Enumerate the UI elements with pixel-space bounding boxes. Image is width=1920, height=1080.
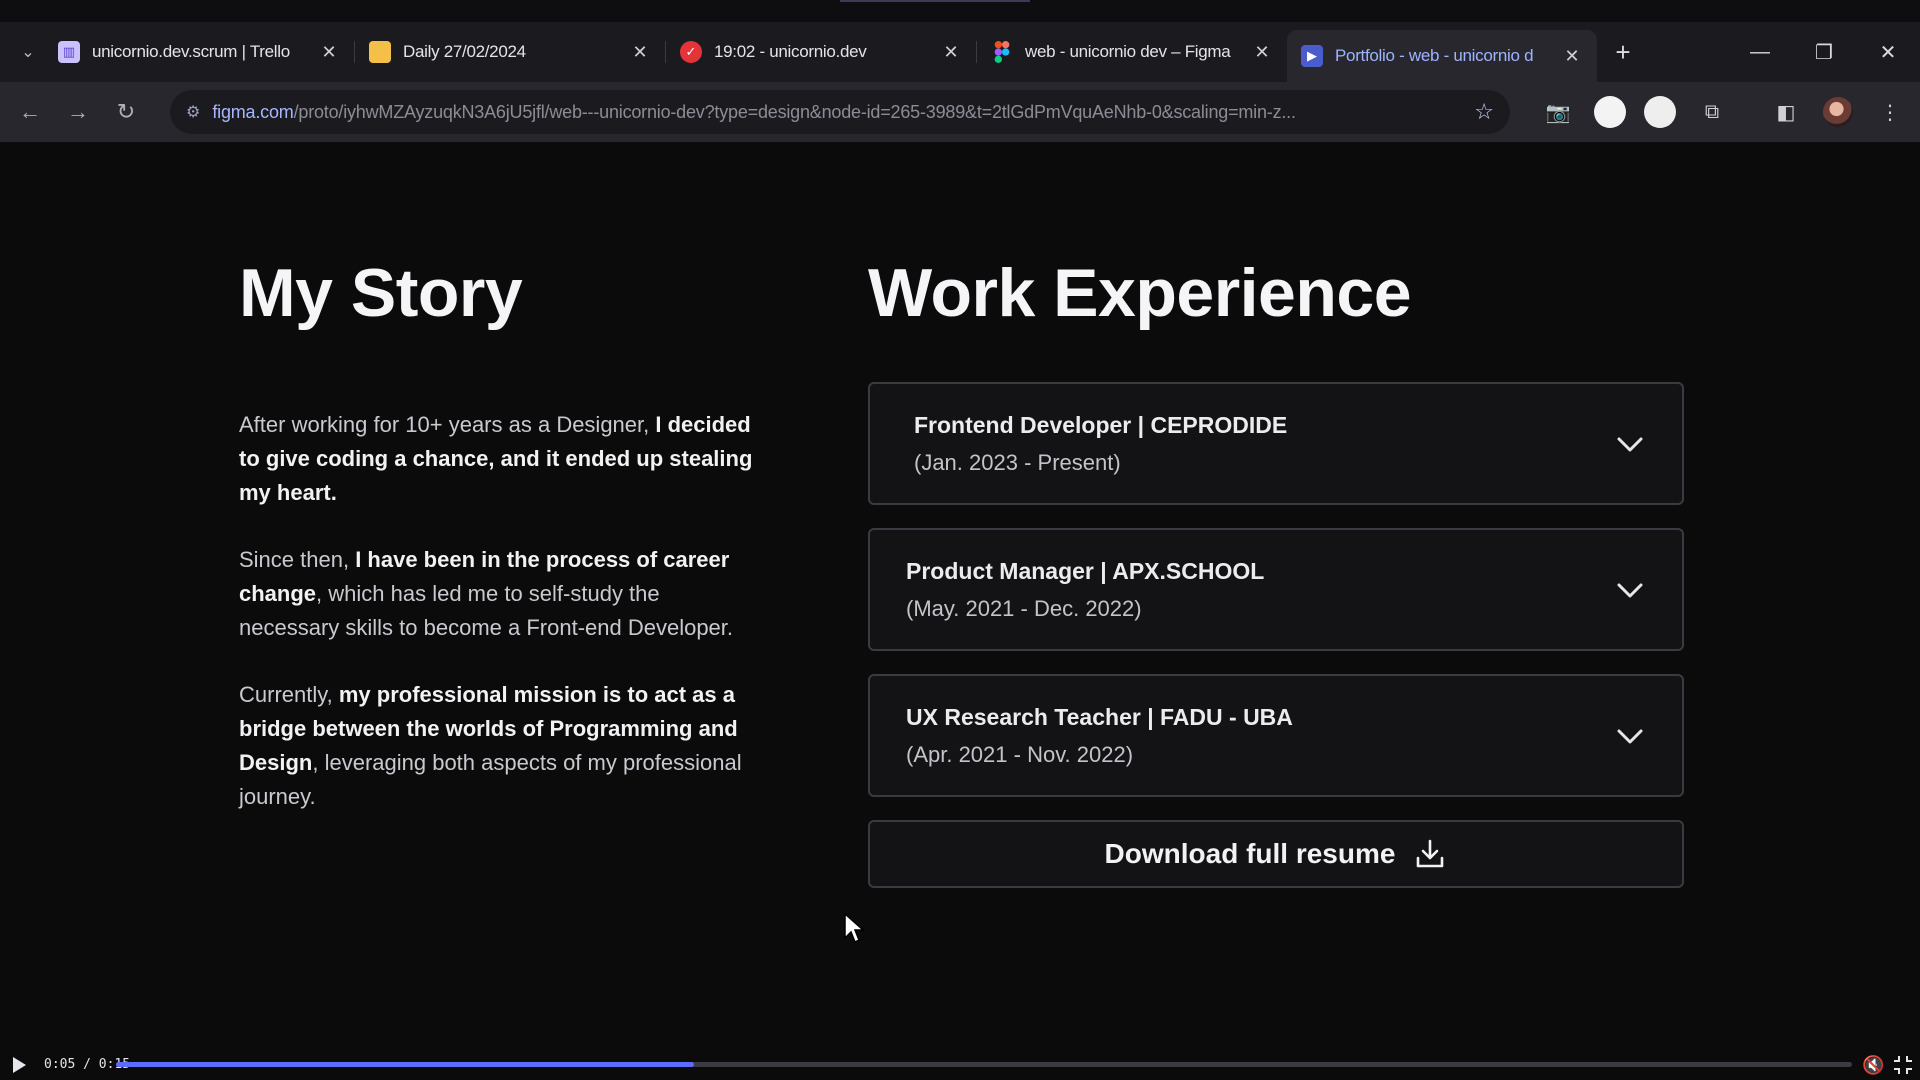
close-icon[interactable]: ✕ bbox=[1251, 42, 1273, 63]
close-window-icon[interactable]: ✕ bbox=[1856, 40, 1920, 65]
tab-title: Portfolio - web - unicornio d bbox=[1335, 46, 1534, 65]
download-resume-button[interactable]: Download full resume bbox=[868, 820, 1684, 888]
tab-title: web - unicornio dev – Figma bbox=[1025, 42, 1231, 61]
close-icon[interactable]: ✕ bbox=[940, 42, 962, 63]
download-icon bbox=[1417, 839, 1444, 868]
play-icon: ▶ bbox=[1301, 45, 1323, 67]
story-text-run: , leveraging both aspects of my professi… bbox=[239, 750, 742, 809]
close-icon[interactable]: ✕ bbox=[1561, 46, 1583, 67]
story-paragraph-2: Since then, I have been in the process o… bbox=[239, 543, 759, 645]
tab-daily[interactable]: Daily 27/02/2024 ✕ bbox=[355, 30, 665, 74]
prototype-page: My Story Work Experience After working f… bbox=[0, 142, 1920, 1060]
my-story-heading: My Story bbox=[239, 255, 523, 331]
address-bar[interactable]: ⚙ figma.com/proto/iyhwMZAyzuqkN3A6jU5jfl… bbox=[170, 90, 1510, 134]
play-icon[interactable] bbox=[8, 1054, 30, 1076]
extension-avatar-white bbox=[1594, 96, 1626, 128]
close-icon[interactable]: ✕ bbox=[318, 42, 340, 63]
tab-figma[interactable]: web - unicornio dev – Figma ✕ bbox=[977, 30, 1287, 74]
chevron-down-icon[interactable] bbox=[1614, 720, 1646, 752]
bookmark-star-icon[interactable]: ☆ bbox=[1474, 99, 1494, 125]
url-host: figma.com bbox=[212, 101, 294, 122]
story-paragraph-3: Currently, my professional mission is to… bbox=[239, 678, 759, 814]
chevron-down-icon[interactable] bbox=[1614, 574, 1646, 606]
site-settings-icon[interactable]: ⚙ bbox=[186, 102, 200, 122]
chevron-down-icon[interactable] bbox=[1614, 428, 1646, 460]
notes-icon bbox=[369, 41, 391, 63]
reload-icon[interactable]: ↻ bbox=[102, 99, 150, 125]
experience-accordion-item[interactable]: Product Manager | APX.SCHOOL (May. 2021 … bbox=[868, 528, 1684, 651]
loading-indicator bbox=[840, 0, 1030, 2]
extension-circle-icon[interactable] bbox=[1588, 90, 1632, 134]
back-arrow-icon[interactable]: ← bbox=[6, 99, 54, 125]
extension-avatar-face bbox=[1644, 96, 1676, 128]
minimize-icon[interactable]: — bbox=[1728, 41, 1792, 64]
mute-icon[interactable]: 🔇 bbox=[1862, 1055, 1884, 1076]
tab-bar: ⌄ ▥ unicornio.dev.scrum | Trello ✕ Daily… bbox=[0, 22, 1920, 82]
story-text-run: After working for 10+ years as a Designe… bbox=[239, 412, 656, 437]
experience-accordion-item[interactable]: UX Research Teacher | FADU - UBA (Apr. 2… bbox=[868, 674, 1684, 797]
experience-role: Frontend Developer | CEPRODIDE bbox=[914, 412, 1288, 438]
tab-trello[interactable]: ▥ unicornio.dev.scrum | Trello ✕ bbox=[44, 30, 354, 74]
tab-title: 19:02 - unicornio.dev bbox=[714, 42, 867, 61]
new-tab-button[interactable]: + bbox=[1603, 37, 1643, 68]
figma-icon bbox=[991, 41, 1013, 63]
tab-portfolio[interactable]: ▶ Portfolio - web - unicornio d ✕ bbox=[1287, 30, 1597, 82]
side-panel-icon[interactable]: ◧ bbox=[1764, 90, 1808, 134]
exit-fullscreen-icon[interactable] bbox=[1892, 1054, 1914, 1076]
work-experience-heading: Work Experience bbox=[868, 255, 1412, 331]
restore-icon[interactable]: ❐ bbox=[1792, 40, 1856, 65]
tab-title: unicornio.dev.scrum | Trello bbox=[92, 42, 290, 61]
experience-dates: (Apr. 2021 - Nov. 2022) bbox=[906, 742, 1134, 767]
experience-role: Product Manager | APX.SCHOOL bbox=[906, 558, 1265, 584]
tab-title: Daily 27/02/2024 bbox=[403, 42, 526, 61]
experience-role: UX Research Teacher | FADU - UBA bbox=[906, 704, 1293, 730]
window-top-strip bbox=[0, 0, 1920, 22]
check-circle-icon: ✓ bbox=[680, 41, 702, 63]
experience-dates: (May. 2021 - Dec. 2022) bbox=[906, 596, 1142, 621]
trello-icon: ▥ bbox=[58, 41, 80, 63]
browser-toolbar: ← → ↻ ⚙ figma.com/proto/iyhwMZAyzuqkN3A6… bbox=[0, 82, 1920, 142]
seek-bar[interactable] bbox=[116, 1062, 1852, 1067]
seek-progress bbox=[116, 1062, 695, 1067]
close-icon[interactable]: ✕ bbox=[629, 42, 651, 63]
tab-search-chevron-icon[interactable]: ⌄ bbox=[12, 36, 44, 68]
tab-unicornio[interactable]: ✓ 19:02 - unicornio.dev ✕ bbox=[666, 30, 976, 74]
extensions-puzzle-icon[interactable]: ⧉ bbox=[1690, 90, 1734, 134]
mouse-pointer-icon bbox=[844, 912, 865, 944]
url-path: /proto/iyhwMZAyzuqkN3A6jU5jfl/web---unic… bbox=[293, 101, 1296, 122]
story-text-run: Currently, bbox=[239, 682, 339, 707]
avatar bbox=[1823, 97, 1853, 127]
story-text-run: Since then, bbox=[239, 547, 356, 572]
experience-accordion-item[interactable]: Frontend Developer | CEPRODIDE (Jan. 202… bbox=[868, 382, 1684, 505]
forward-arrow-icon[interactable]: → bbox=[54, 99, 102, 125]
menu-kebab-icon[interactable]: ⋮ bbox=[1868, 90, 1912, 134]
video-player-bar: 0:05 / 0:15 🔇 bbox=[0, 1050, 1920, 1080]
extension-face-icon[interactable] bbox=[1638, 90, 1682, 134]
story-text: After working for 10+ years as a Designe… bbox=[239, 408, 759, 847]
camera-icon[interactable]: 📷 bbox=[1536, 90, 1580, 134]
experience-dates: (Jan. 2023 - Present) bbox=[914, 450, 1121, 475]
url-text[interactable]: figma.com/proto/iyhwMZAyzuqkN3A6jU5jfl/w… bbox=[212, 102, 1464, 123]
window-controls: — ❐ ✕ bbox=[1728, 22, 1920, 82]
profile-avatar[interactable] bbox=[1816, 90, 1860, 134]
download-resume-label: Download full resume bbox=[1104, 838, 1396, 869]
story-paragraph-1: After working for 10+ years as a Designe… bbox=[239, 408, 759, 510]
